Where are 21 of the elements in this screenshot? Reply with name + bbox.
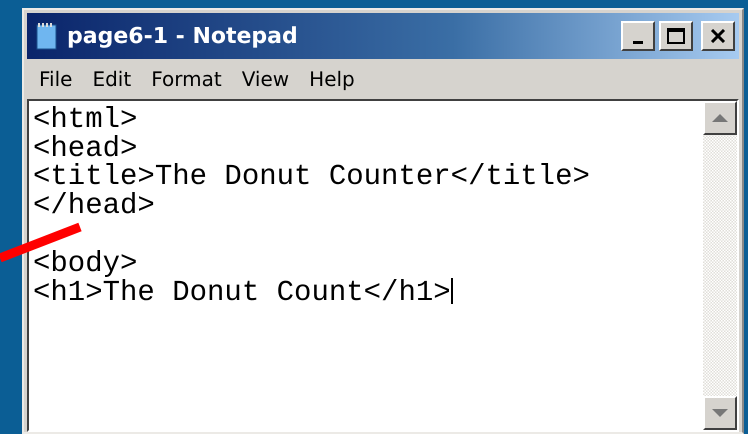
up-arrow-icon xyxy=(712,114,728,122)
scroll-down-button[interactable] xyxy=(703,396,737,430)
minimize-button[interactable] xyxy=(621,21,655,51)
menu-item[interactable]: File xyxy=(31,64,80,94)
window-title: page6-1 - Notepad xyxy=(67,22,298,50)
code-text: <html> <head> <title>The Donut Counter</title> </head> xyxy=(33,106,590,221)
menu-item[interactable]: View xyxy=(234,64,298,94)
maximize-button[interactable] xyxy=(659,21,693,51)
menu-item[interactable]: Format xyxy=(143,64,230,94)
down-arrow-icon xyxy=(712,409,728,417)
menu-item[interactable]: Edit xyxy=(84,64,140,94)
close-icon xyxy=(710,29,726,43)
close-button[interactable] xyxy=(701,21,735,51)
menu-item[interactable]: Help xyxy=(301,64,363,94)
text-area[interactable]: <html> <head> <title>The Donut Counter</title> </head> <body> <h1>The Donut Count</h1> xyxy=(27,99,739,432)
scroll-up-button[interactable] xyxy=(703,101,737,135)
code-text: <body> <h1>The Donut Count</h1> xyxy=(33,250,453,308)
minimize-icon xyxy=(633,40,643,44)
notepad-icon xyxy=(35,22,59,50)
maximize-icon xyxy=(667,28,685,44)
scrollbar[interactable] xyxy=(703,101,737,430)
